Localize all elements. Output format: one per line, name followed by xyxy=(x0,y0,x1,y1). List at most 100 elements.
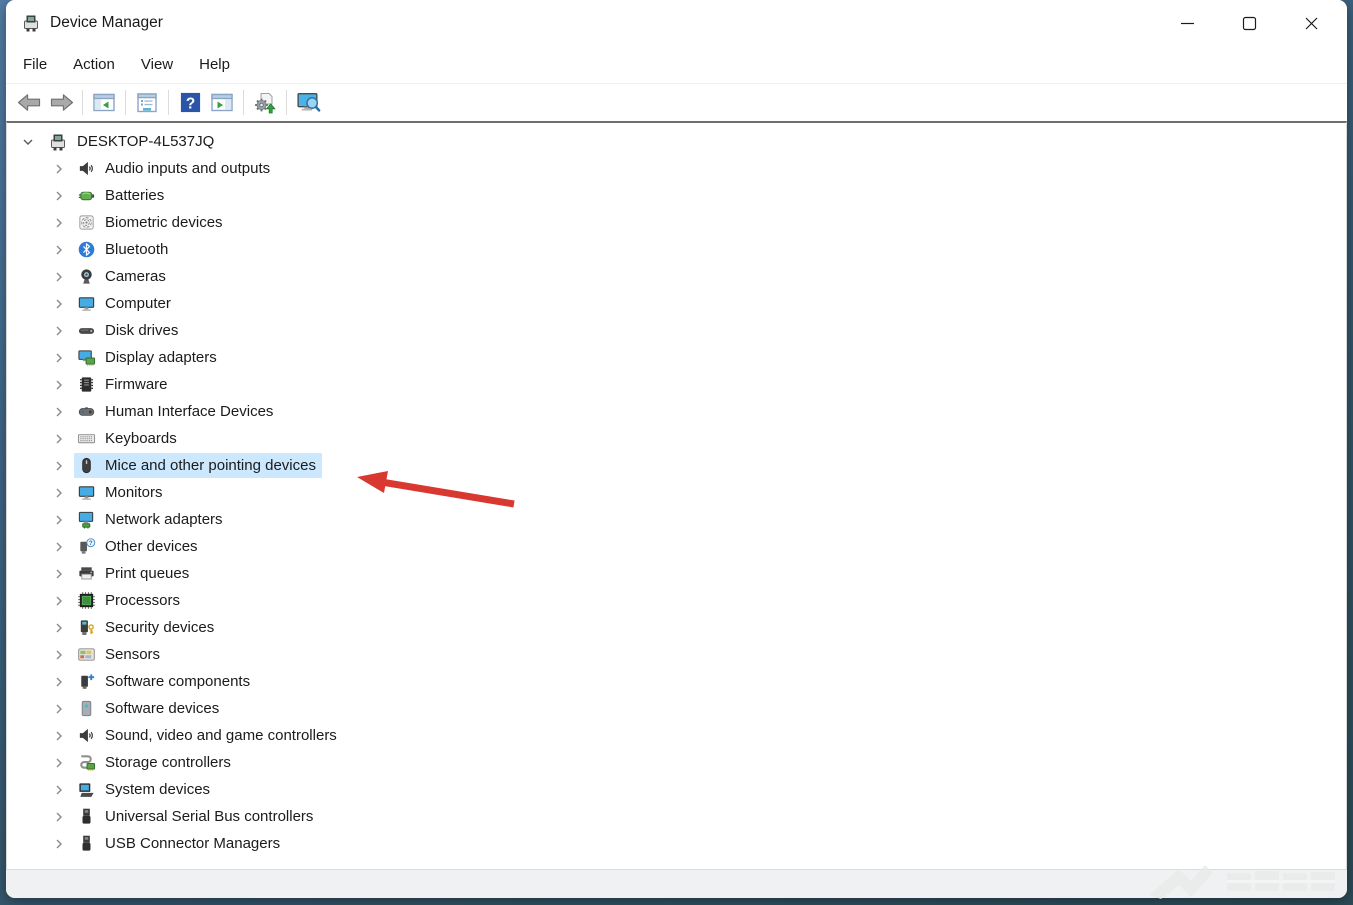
tree-item-other-devices[interactable]: ? Other devices xyxy=(7,533,1346,560)
menu-action[interactable]: Action xyxy=(60,51,128,78)
tree-item-computer[interactable]: Computer xyxy=(7,290,1346,317)
tree-row-content[interactable]: USB Connector Managers xyxy=(74,831,286,856)
tree-item-keyboards[interactable]: Keyboards xyxy=(7,425,1346,452)
tree-item-audio-inputs-and-outputs[interactable]: Audio inputs and outputs xyxy=(7,155,1346,182)
tree-row-content[interactable]: Universal Serial Bus controllers xyxy=(74,804,319,829)
chevron-right-icon[interactable] xyxy=(52,432,66,446)
chevron-right-icon[interactable] xyxy=(52,702,66,716)
tree-row-content[interactable]: Software devices xyxy=(74,696,225,721)
chevron-right-icon[interactable] xyxy=(52,216,66,230)
minimize-button[interactable] xyxy=(1161,0,1223,46)
chevron-right-icon[interactable] xyxy=(52,189,66,203)
tree-row-content[interactable]: Biometric devices xyxy=(74,210,229,235)
tree-row-content[interactable]: Disk drives xyxy=(74,318,184,343)
chevron-right-icon[interactable] xyxy=(52,675,66,689)
tree-row-content[interactable]: Network adapters xyxy=(74,507,229,532)
tree-item-print-queues[interactable]: Print queues xyxy=(7,560,1346,587)
tree-row-content[interactable]: DESKTOP-4L537JQ xyxy=(45,129,220,154)
tree-item-human-interface-devices[interactable]: Human Interface Devices xyxy=(7,398,1346,425)
chevron-right-icon[interactable] xyxy=(52,162,66,176)
tree-item-usb-connector-managers[interactable]: USB Connector Managers xyxy=(7,830,1346,857)
chevron-right-icon[interactable] xyxy=(52,621,66,635)
chevron-right-icon[interactable] xyxy=(52,783,66,797)
tree-item-monitors[interactable]: Monitors xyxy=(7,479,1346,506)
tree-row-content[interactable]: Print queues xyxy=(74,561,195,586)
tree-item-batteries[interactable]: Batteries xyxy=(7,182,1346,209)
toolbar-separator xyxy=(286,90,287,115)
tree-item-biometric-devices[interactable]: Biometric devices xyxy=(7,209,1346,236)
chevron-right-icon[interactable] xyxy=(52,378,66,392)
tree-item-network-adapters[interactable]: Network adapters xyxy=(7,506,1346,533)
chevron-right-icon[interactable] xyxy=(52,648,66,662)
tree-item-display-adapters[interactable]: Display adapters xyxy=(7,344,1346,371)
tree-item-processors[interactable]: Processors xyxy=(7,587,1346,614)
chevron-right-icon[interactable] xyxy=(52,324,66,338)
chevron-right-icon[interactable] xyxy=(52,729,66,743)
forward-button[interactable] xyxy=(45,88,77,118)
tree-root[interactable]: DESKTOP-4L537JQ xyxy=(7,128,1346,155)
action-pane-button[interactable] xyxy=(206,88,238,118)
tree-item-software-components[interactable]: Software components xyxy=(7,668,1346,695)
chevron-right-icon[interactable] xyxy=(52,756,66,770)
tree-row-content[interactable]: ? Other devices xyxy=(74,534,204,559)
add-drivers-button[interactable] xyxy=(249,88,281,118)
tree-item-bluetooth[interactable]: Bluetooth xyxy=(7,236,1346,263)
chevron-right-icon[interactable] xyxy=(52,837,66,851)
menu-file[interactable]: File xyxy=(10,51,60,78)
menu-view[interactable]: View xyxy=(128,51,186,78)
help-button[interactable]: ? xyxy=(174,88,206,118)
tree-item-disk-drives[interactable]: Disk drives xyxy=(7,317,1346,344)
tree-item-software-devices[interactable]: Software devices xyxy=(7,695,1346,722)
tree-item-firmware[interactable]: Firmware xyxy=(7,371,1346,398)
tree-item-label: Storage controllers xyxy=(105,754,231,771)
close-button[interactable] xyxy=(1285,0,1347,46)
chevron-right-icon[interactable] xyxy=(52,540,66,554)
tree-item-cameras[interactable]: Cameras xyxy=(7,263,1346,290)
tree-row-content[interactable]: Processors xyxy=(74,588,186,613)
scan-hardware-changes-button[interactable] xyxy=(292,88,324,118)
chevron-right-icon[interactable] xyxy=(52,459,66,473)
tree-row-content[interactable]: Monitors xyxy=(74,480,169,505)
chevron-right-icon[interactable] xyxy=(52,243,66,257)
tree-row-content[interactable]: Human Interface Devices xyxy=(74,399,279,424)
tree-row-content[interactable]: Software components xyxy=(74,669,256,694)
chevron-down-icon[interactable] xyxy=(21,135,35,149)
tree-row-content[interactable]: System devices xyxy=(74,777,216,802)
chevron-right-icon[interactable] xyxy=(52,594,66,608)
tree-row-content[interactable]: Sensors xyxy=(74,642,166,667)
tree-item-sound-video-and-game-controllers[interactable]: Sound, video and game controllers xyxy=(7,722,1346,749)
chevron-right-icon[interactable] xyxy=(52,810,66,824)
tree-row-content[interactable]: Batteries xyxy=(74,183,170,208)
back-button[interactable] xyxy=(13,88,45,118)
tree-row-content[interactable]: Keyboards xyxy=(74,426,183,451)
chevron-right-icon[interactable] xyxy=(52,513,66,527)
tree-item-security-devices[interactable]: Security devices xyxy=(7,614,1346,641)
tree-row-content[interactable]: Audio inputs and outputs xyxy=(74,156,276,181)
chevron-right-icon[interactable] xyxy=(52,567,66,581)
help-icon: ? xyxy=(179,91,202,114)
chevron-right-icon[interactable] xyxy=(52,405,66,419)
tree-row-content[interactable]: Mice and other pointing devices xyxy=(74,453,322,478)
chevron-right-icon[interactable] xyxy=(52,270,66,284)
tree-item-label: Security devices xyxy=(105,619,215,636)
maximize-button[interactable] xyxy=(1223,0,1285,46)
menu-help[interactable]: Help xyxy=(186,51,243,78)
tree-row-content[interactable]: Security devices xyxy=(74,615,220,640)
tree-row-content[interactable]: Computer xyxy=(74,291,177,316)
tree-item-sensors[interactable]: Sensors xyxy=(7,641,1346,668)
properties-button[interactable] xyxy=(131,88,163,118)
tree-row-content[interactable]: Bluetooth xyxy=(74,237,174,262)
tree-item-storage-controllers[interactable]: Storage controllers xyxy=(7,749,1346,776)
tree-item-mice-and-other-pointing-devices[interactable]: Mice and other pointing devices xyxy=(7,452,1346,479)
chevron-right-icon[interactable] xyxy=(52,486,66,500)
tree-row-content[interactable]: Cameras xyxy=(74,264,172,289)
chevron-right-icon[interactable] xyxy=(52,351,66,365)
tree-item-system-devices[interactable]: System devices xyxy=(7,776,1346,803)
chevron-right-icon[interactable] xyxy=(52,297,66,311)
tree-row-content[interactable]: Display adapters xyxy=(74,345,223,370)
show-console-tree-button[interactable] xyxy=(88,88,120,118)
tree-row-content[interactable]: Storage controllers xyxy=(74,750,237,775)
tree-row-content[interactable]: Sound, video and game controllers xyxy=(74,723,343,748)
tree-row-content[interactable]: Firmware xyxy=(74,372,174,397)
tree-item-universal-serial-bus-controllers[interactable]: Universal Serial Bus controllers xyxy=(7,803,1346,830)
